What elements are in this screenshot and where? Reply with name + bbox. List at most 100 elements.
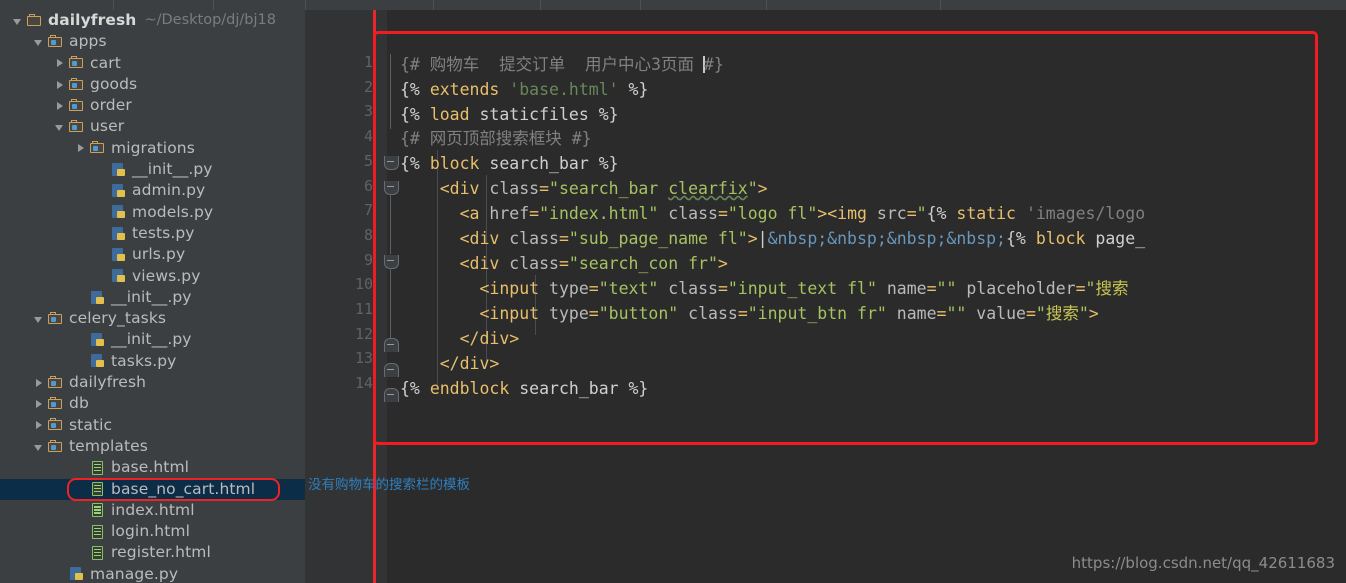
code-line: <input type="text" class="input_text fl"… [479, 279, 1129, 298]
fold-marker[interactable] [384, 363, 399, 377]
tree-item-label: views.py [132, 266, 201, 285]
tree-item-label: base.html [111, 458, 190, 477]
chevron-right-icon[interactable] [54, 79, 66, 91]
project-tree-sidebar[interactable]: dailyfresh ~/Desktop/dj/bj18 apps cart goods… [0, 10, 305, 583]
tree-item[interactable]: goods [0, 74, 305, 95]
python-file-icon [90, 332, 106, 348]
chevron-down-icon[interactable] [33, 36, 45, 48]
tree-item-label: tests.py [132, 223, 195, 242]
code-line: <div class="search_con fr"> [459, 254, 728, 273]
code-line: {# 网页顶部搜索框块 #} [400, 129, 592, 148]
fold-marker[interactable] [384, 181, 399, 195]
code-line: {% load staticfiles %} [400, 105, 619, 124]
folder-icon [48, 417, 64, 433]
tree-item[interactable]: login.html [0, 521, 305, 542]
code-line: {# 购物车 提交订单 用户中心3页面 #} [400, 55, 724, 74]
fold-marker[interactable] [384, 388, 399, 402]
tree-item-label: base_no_cart.html [111, 479, 256, 498]
tree-item[interactable]: user [0, 116, 305, 137]
chevron-right-icon[interactable] [54, 100, 66, 112]
tree-item-label: dailyfresh [48, 11, 137, 29]
tree-item-label: models.py [132, 202, 214, 221]
chevron-down-icon[interactable] [54, 121, 66, 133]
tree-item[interactable]: cart [0, 53, 305, 74]
line-number: 8 [363, 225, 373, 244]
tree-item[interactable]: manage.py [0, 564, 305, 583]
line-number: 14 [354, 374, 373, 393]
fold-marker[interactable] [384, 255, 399, 269]
code-fold-column[interactable] [383, 10, 399, 583]
tree-item[interactable]: models.py [0, 202, 305, 223]
line-number: 7 [363, 201, 373, 220]
chevron-down-icon[interactable] [12, 15, 24, 27]
tree-item[interactable]: tests.py [0, 223, 305, 244]
tree-item[interactable]: dailyfresh [0, 372, 305, 393]
tree-item-label: __init__.py [111, 330, 192, 349]
watermark-url: https://blog.csdn.net/qq_42611683 [1071, 554, 1335, 572]
tree-item[interactable]: order [0, 95, 305, 116]
tree-item[interactable]: db [0, 393, 305, 414]
tree-item[interactable]: views.py [0, 266, 305, 287]
tree-item[interactable]: dailyfresh ~/Desktop/dj/bj18 [0, 10, 305, 31]
code-editor[interactable]: 1 2 3 4 5 6 7 8 9 10 11 12 13 14 {# 购物车 提交订单 用户中心3页面 … [305, 10, 1346, 583]
tree-item-label: db [69, 394, 89, 413]
tree-item[interactable]: static [0, 415, 305, 436]
code-line: </div> [459, 329, 520, 348]
folder-icon [48, 439, 64, 455]
fold-marker[interactable] [384, 156, 399, 170]
tree-item[interactable]: templates [0, 436, 305, 457]
chevron-right-icon[interactable] [33, 398, 45, 410]
callout-label: 没有购物车的搜索栏的模板 [308, 477, 470, 493]
code-content[interactable]: {# 购物车 提交订单 用户中心3页面 #} {% extends 'base.… [400, 10, 1346, 583]
line-number: 1 [363, 53, 373, 71]
python-file-icon [111, 204, 127, 220]
tree-item[interactable]: tasks.py [0, 351, 305, 372]
tree-item-label: login.html [111, 522, 190, 541]
tree-item-selected[interactable]: base_no_cart.html [0, 478, 305, 500]
folder-icon [48, 34, 64, 50]
chevron-right-icon[interactable] [33, 419, 45, 431]
tree-item-label: urls.py [132, 245, 186, 264]
folder-icon [69, 77, 85, 93]
tree-item-label: index.html [111, 500, 195, 519]
line-number: 11 [354, 300, 373, 318]
project-tree[interactable]: dailyfresh ~/Desktop/dj/bj18 apps cart goods… [0, 10, 305, 583]
folder-icon [90, 140, 106, 156]
html-file-icon [90, 502, 106, 518]
chevron-down-icon[interactable] [33, 313, 45, 325]
code-line: <div class="sub_page_name fl">|&nbsp;&nb… [459, 229, 1146, 248]
chevron-right-icon[interactable] [75, 142, 87, 154]
project-path-label: ~/Desktop/dj/bj18 [144, 12, 276, 28]
tree-item-label: user [90, 117, 125, 136]
chevron-right-icon[interactable] [54, 57, 66, 69]
tree-item-label: dailyfresh [69, 373, 147, 392]
tree-item-label: apps [69, 32, 107, 51]
tree-item[interactable]: index.html [0, 500, 305, 521]
tree-item[interactable]: migrations [0, 138, 305, 159]
code-line: <div class="search_bar clearfix"> [439, 179, 768, 198]
tree-item[interactable]: admin.py [0, 180, 305, 201]
chevron-right-icon[interactable] [33, 377, 45, 389]
tree-item[interactable]: __init__.py [0, 329, 305, 350]
code-line: <input type="button" class="input_btn fr… [479, 304, 1099, 323]
tree-item[interactable]: urls.py [0, 244, 305, 265]
tree-item[interactable]: celery_tasks [0, 308, 305, 329]
tree-item[interactable]: __init__.py [0, 287, 305, 308]
pycharm-window: dailyfresh ~/Desktop/dj/bj18 apps cart goods… [0, 0, 1346, 583]
tree-item[interactable]: __init__.py [0, 159, 305, 180]
folder-icon [27, 13, 43, 29]
tree-item[interactable]: register.html [0, 542, 305, 563]
fold-marker[interactable] [384, 338, 399, 352]
tree-item[interactable]: apps [0, 31, 305, 52]
tree-item[interactable]: base.html [0, 457, 305, 478]
code-line: </div> [439, 354, 500, 373]
chevron-down-icon[interactable] [33, 441, 45, 453]
